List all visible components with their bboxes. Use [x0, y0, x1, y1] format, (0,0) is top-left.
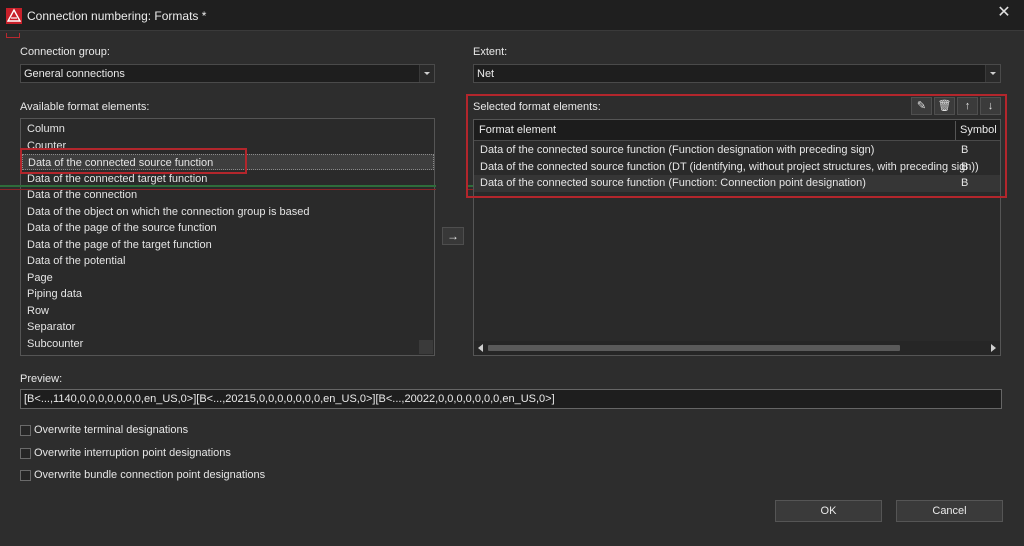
preview-field: [B<...,1140,0,0,0,0,0,0,0,en_US,0>][B<..… [20, 389, 1002, 409]
list-item[interactable]: Row [22, 303, 434, 319]
overwrite-terminal-checkbox[interactable]: Overwrite terminal designations [20, 424, 220, 438]
title-bar: Connection numbering: Formats * ✕ [0, 0, 1024, 31]
highlight-box-available [20, 148, 247, 174]
close-icon: ✕ [997, 4, 1011, 21]
scroll-left-icon[interactable] [478, 344, 483, 352]
guide-line-red [0, 189, 436, 190]
list-item[interactable]: Data of the page of the target function [22, 237, 434, 253]
list-item[interactable]: Data of the potential [22, 253, 434, 269]
list-item[interactable]: Subcounter [22, 336, 434, 352]
preview-label: Preview: [20, 373, 63, 385]
preview-value: [B<...,1140,0,0,0,0,0,0,0,en_US,0>][B<..… [24, 393, 555, 405]
checkbox-box[interactable] [20, 470, 31, 481]
chevron-down-icon[interactable] [419, 65, 434, 82]
cancel-button[interactable]: Cancel [896, 500, 1003, 522]
checkbox-label: Overwrite interruption point designation… [34, 447, 231, 459]
add-element-button[interactable]: → [442, 227, 464, 245]
checkbox-box[interactable] [20, 448, 31, 459]
available-elements-label: Available format elements: [20, 101, 150, 113]
horizontal-scrollbar[interactable] [474, 341, 1000, 355]
ok-button[interactable]: OK [775, 500, 882, 522]
overwrite-bundle-checkbox[interactable]: Overwrite bundle connection point design… [20, 469, 270, 483]
overwrite-interruption-checkbox[interactable]: Overwrite interruption point designation… [20, 447, 240, 461]
corner-marker [6, 33, 20, 38]
checkbox-label: Overwrite bundle connection point design… [34, 469, 266, 481]
extent-dropdown[interactable]: Net [473, 64, 1001, 83]
checkbox-label: Overwrite terminal designations [34, 424, 189, 436]
chevron-down-icon[interactable] [985, 65, 1000, 82]
scroll-right-icon[interactable] [991, 344, 996, 352]
app-logo-icon [6, 8, 22, 24]
arrow-right-icon: → [447, 229, 459, 243]
list-item[interactable]: Separator [22, 319, 434, 335]
list-item[interactable]: Page [22, 270, 434, 286]
extent-label: Extent: [473, 46, 508, 58]
list-item[interactable]: Data of the page of the source function [22, 220, 434, 236]
highlight-box-selected [466, 94, 1007, 198]
scrollbar-thumb[interactable] [488, 345, 900, 351]
extent-value: Net [477, 68, 495, 80]
guide-line-green [0, 185, 436, 187]
window-title: Connection numbering: Formats * [27, 9, 207, 23]
close-button[interactable]: ✕ [994, 3, 1014, 23]
connection-group-label: Connection group: [20, 46, 110, 58]
list-item[interactable]: Data of the object on which the connecti… [22, 204, 434, 220]
connection-group-dropdown[interactable]: General connections [20, 64, 435, 83]
list-item[interactable]: Column [22, 121, 434, 137]
connection-group-value: General connections [24, 68, 125, 80]
checkbox-box[interactable] [20, 425, 31, 436]
list-item[interactable]: Piping data [22, 286, 434, 302]
